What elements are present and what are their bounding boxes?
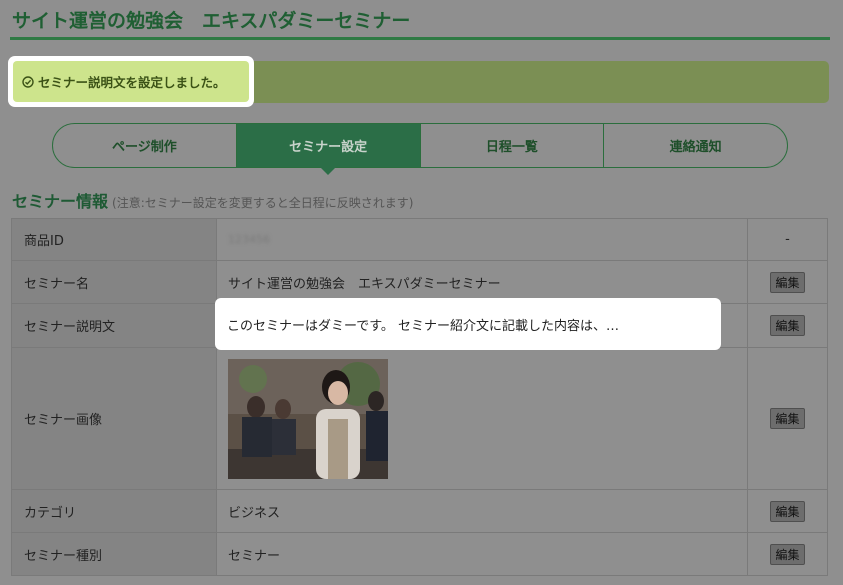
success-alert: セミナー説明文を設定しました。 [13, 61, 249, 102]
row-value: サイト運営の勉強会 エキスパダミーセミナー [217, 261, 748, 303]
row-action: 編集 [748, 490, 827, 532]
section-heading: セミナー情報 (注意:セミナー設定を変更すると全日程に反映されます) [12, 188, 413, 212]
tab-schedule-list[interactable]: 日程一覧 [421, 124, 605, 167]
edit-button[interactable]: 編集 [770, 543, 805, 565]
tab-label: ページ制作 [112, 140, 177, 155]
tab-label: 日程一覧 [485, 140, 538, 155]
row-value: ビジネス [217, 490, 748, 532]
alert-message: セミナー説明文を設定しました。 [38, 75, 226, 90]
row-action: 編集 [748, 533, 827, 575]
edit-button[interactable]: 編集 [770, 315, 805, 336]
title-divider [10, 37, 830, 40]
tab-label: セミナー設定 [289, 140, 368, 155]
row-value: 123456 [217, 219, 748, 260]
table-row: カテゴリ ビジネス 編集 [12, 490, 827, 533]
row-label: セミナー種別 [12, 533, 217, 575]
table-row: セミナー画像 編集 [12, 348, 827, 490]
edit-button[interactable]: 編集 [770, 408, 805, 429]
product-id-value: 123456 [228, 233, 270, 246]
row-label: セミナー画像 [12, 348, 217, 489]
row-action: 編集 [748, 348, 827, 489]
row-label: カテゴリ [12, 490, 217, 532]
seminar-info-table: 商品ID 123456 - セミナー名 サイト運営の勉強会 エキスパダミーセミナ… [11, 218, 828, 576]
seminar-image [228, 358, 388, 479]
table-row: 商品ID 123456 - [12, 219, 827, 261]
edit-button[interactable]: 編集 [770, 500, 805, 522]
section-note: (注意:セミナー設定を変更すると全日程に反映されます) [112, 196, 414, 210]
row-action: 編集 [748, 304, 827, 347]
row-label: 商品ID [12, 219, 217, 260]
tab-bar: ページ制作 セミナー設定 日程一覧 連絡通知 [52, 123, 788, 175]
tab-page-production[interactable]: ページ制作 [53, 124, 237, 167]
page-title: サイト運営の勉強会 エキスパダミーセミナー [12, 10, 411, 32]
check-circle-icon [22, 75, 34, 88]
tab-seminar-settings[interactable]: セミナー設定 [236, 124, 421, 175]
row-action: 編集 [748, 261, 827, 303]
row-value [217, 348, 748, 489]
row-label: セミナー名 [12, 261, 217, 303]
tab-label: 連絡通知 [669, 140, 722, 155]
row-label: セミナー説明文 [12, 304, 217, 347]
tab-contact-notice[interactable]: 連絡通知 [604, 124, 787, 167]
row-action: - [785, 232, 790, 247]
table-row: セミナー種別 セミナー 編集 [12, 533, 827, 575]
seminar-description-value: このセミナーはダミーです。 セミナー紹介文に記載した内容は、… [227, 318, 620, 334]
description-highlight: このセミナーはダミーです。 セミナー紹介文に記載した内容は、… [215, 298, 721, 350]
edit-button[interactable]: 編集 [770, 271, 805, 293]
section-title: セミナー情報 [12, 192, 109, 211]
row-value: セミナー [217, 533, 748, 575]
